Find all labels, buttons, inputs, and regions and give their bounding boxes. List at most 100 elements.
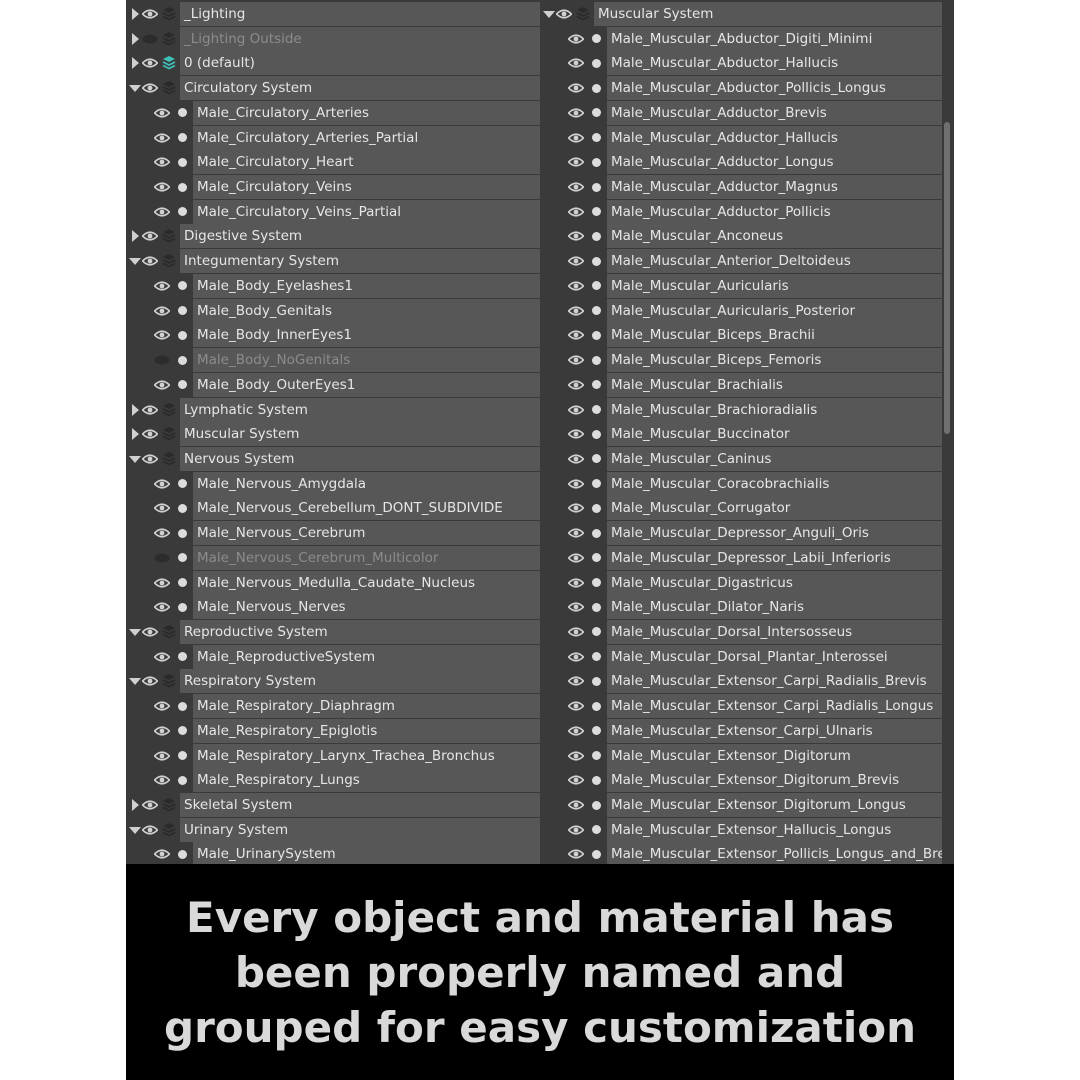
render-dot-icon[interactable] — [590, 768, 602, 792]
eye-icon[interactable] — [567, 101, 585, 125]
layer-item-row[interactable]: Male_Muscular_Extensor_Carpi_Ulnaris — [540, 718, 954, 743]
layer-group-row[interactable]: Lymphatic System — [126, 397, 540, 422]
layer-item-row[interactable]: Male_Body_NoGenitals — [126, 348, 540, 373]
layer-stack-icon[interactable] — [161, 818, 177, 842]
layer-group-row[interactable]: _Lighting Outside — [126, 26, 540, 51]
render-dot-icon[interactable] — [590, 200, 602, 224]
render-dot-icon[interactable] — [590, 348, 602, 372]
layer-item-row[interactable]: Male_Muscular_Extensor_Digitorum — [540, 743, 954, 768]
render-dot-icon[interactable] — [176, 496, 188, 520]
layer-stack-icon[interactable] — [161, 793, 177, 817]
layer-item-row[interactable]: Male_Muscular_Biceps_Brachii — [540, 323, 954, 348]
collapse-arrow-icon[interactable] — [129, 398, 141, 422]
eye-icon[interactable] — [153, 496, 171, 520]
layer-group-row[interactable]: 0 (default) — [126, 51, 540, 76]
render-dot-icon[interactable] — [590, 472, 602, 496]
layer-stack-icon[interactable] — [161, 669, 177, 693]
eye-icon[interactable] — [567, 595, 585, 619]
layer-stack-icon[interactable] — [161, 76, 177, 100]
eye-icon[interactable] — [153, 694, 171, 718]
render-dot-icon[interactable] — [590, 101, 602, 125]
render-dot-icon[interactable] — [176, 546, 188, 570]
render-dot-icon[interactable] — [176, 101, 188, 125]
layer-stack-icon[interactable] — [161, 422, 177, 446]
layer-item-row[interactable]: Male_Circulatory_Veins — [126, 175, 540, 200]
layer-item-row[interactable]: Male_Muscular_Dorsal_Plantar_Interossei — [540, 644, 954, 669]
layer-item-row[interactable]: Male_Muscular_Extensor_Carpi_Radialis_Br… — [540, 669, 954, 694]
layer-item-row[interactable]: Male_Nervous_Nerves — [126, 595, 540, 620]
render-dot-icon[interactable] — [590, 76, 602, 100]
collapse-arrow-icon[interactable] — [129, 224, 141, 248]
layer-item-row[interactable]: Male_Muscular_Brachialis — [540, 372, 954, 397]
eye-icon[interactable] — [141, 398, 159, 422]
expand-arrow-icon[interactable] — [129, 447, 141, 471]
render-dot-icon[interactable] — [590, 546, 602, 570]
layer-item-row[interactable]: Male_Nervous_Cerebrum — [126, 521, 540, 546]
eye-icon[interactable] — [567, 571, 585, 595]
eye-icon[interactable] — [567, 694, 585, 718]
layer-item-row[interactable]: Male_Muscular_Corrugator — [540, 496, 954, 521]
eye-icon[interactable] — [153, 126, 171, 150]
layer-item-row[interactable]: Male_Muscular_Adductor_Hallucis — [540, 125, 954, 150]
collapse-arrow-icon[interactable] — [129, 422, 141, 446]
eye-icon[interactable] — [153, 101, 171, 125]
render-dot-icon[interactable] — [590, 175, 602, 199]
eye-icon[interactable] — [153, 842, 171, 864]
eye-icon[interactable] — [567, 323, 585, 347]
layer-item-row[interactable]: Male_Body_Genitals — [126, 298, 540, 323]
layer-group-row[interactable]: Muscular System — [540, 2, 954, 26]
eye-icon[interactable] — [567, 175, 585, 199]
layer-group-row[interactable]: Skeletal System — [126, 793, 540, 817]
eye-hidden-icon[interactable] — [153, 546, 171, 570]
eye-icon[interactable] — [555, 2, 573, 26]
eye-hidden-icon[interactable] — [141, 27, 159, 51]
active-layer-icon[interactable] — [161, 51, 177, 75]
layer-item-row[interactable]: Male_Muscular_Auricularis_Posterior — [540, 298, 954, 323]
eye-icon[interactable] — [141, 422, 159, 446]
eye-icon[interactable] — [141, 818, 159, 842]
render-dot-icon[interactable] — [590, 744, 602, 768]
render-dot-icon[interactable] — [176, 719, 188, 743]
layer-stack-icon[interactable] — [161, 398, 177, 422]
render-dot-icon[interactable] — [176, 694, 188, 718]
render-dot-icon[interactable] — [590, 818, 602, 842]
render-dot-icon[interactable] — [590, 447, 602, 471]
layer-item-row[interactable]: Male_UrinarySystem — [126, 842, 540, 864]
render-dot-icon[interactable] — [590, 51, 602, 75]
eye-icon[interactable] — [567, 373, 585, 397]
eye-icon[interactable] — [567, 27, 585, 51]
render-dot-icon[interactable] — [176, 323, 188, 347]
eye-icon[interactable] — [567, 398, 585, 422]
render-dot-icon[interactable] — [176, 150, 188, 174]
eye-icon[interactable] — [567, 645, 585, 669]
render-dot-icon[interactable] — [590, 645, 602, 669]
layer-item-row[interactable]: Male_ReproductiveSystem — [126, 644, 540, 669]
expand-arrow-icon[interactable] — [543, 2, 555, 26]
layer-item-row[interactable]: Male_Muscular_Extensor_Pollicis_Longus_a… — [540, 842, 954, 864]
layer-item-row[interactable]: Male_Muscular_Auricularis — [540, 273, 954, 298]
layer-stack-icon[interactable] — [161, 447, 177, 471]
render-dot-icon[interactable] — [590, 496, 602, 520]
layer-item-row[interactable]: Male_Circulatory_Arteries — [126, 100, 540, 125]
render-dot-icon[interactable] — [176, 175, 188, 199]
eye-icon[interactable] — [141, 249, 159, 273]
render-dot-icon[interactable] — [590, 323, 602, 347]
expand-arrow-icon[interactable] — [129, 620, 141, 644]
layer-item-row[interactable]: Male_Muscular_Biceps_Femoris — [540, 348, 954, 373]
layer-group-row[interactable]: Digestive System — [126, 224, 540, 249]
layer-stack-icon[interactable] — [161, 249, 177, 273]
layer-item-row[interactable]: Male_Body_OuterEyes1 — [126, 372, 540, 397]
layer-item-row[interactable]: Male_Muscular_Adductor_Magnus — [540, 175, 954, 200]
eye-hidden-icon[interactable] — [153, 348, 171, 372]
eye-icon[interactable] — [153, 323, 171, 347]
layer-item-row[interactable]: Male_Muscular_Depressor_Anguli_Oris — [540, 521, 954, 546]
eye-icon[interactable] — [567, 472, 585, 496]
render-dot-icon[interactable] — [176, 348, 188, 372]
eye-icon[interactable] — [567, 719, 585, 743]
eye-icon[interactable] — [567, 842, 585, 864]
layer-item-row[interactable]: Male_Body_Eyelashes1 — [126, 273, 540, 298]
layer-item-row[interactable]: Male_Muscular_Brachioradialis — [540, 397, 954, 422]
layer-item-row[interactable]: Male_Muscular_Extensor_Digitorum_Brevis — [540, 768, 954, 793]
render-dot-icon[interactable] — [590, 571, 602, 595]
eye-icon[interactable] — [153, 299, 171, 323]
